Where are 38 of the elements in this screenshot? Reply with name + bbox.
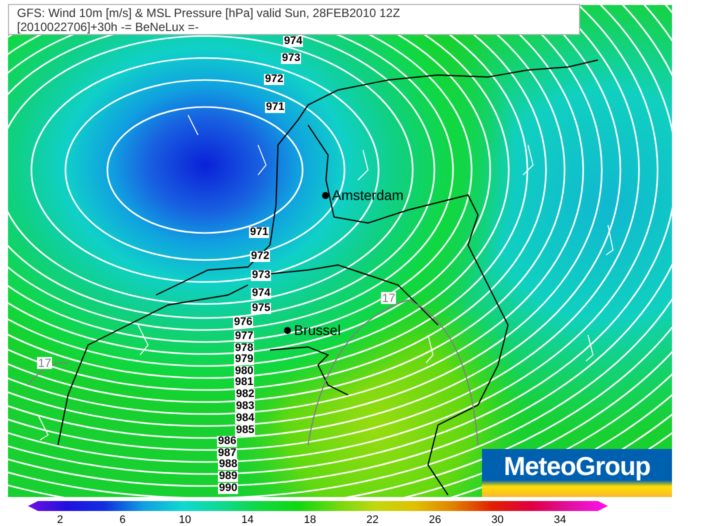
scale-tick-label: 2 <box>56 514 64 526</box>
isotach-label: 17 <box>381 292 396 304</box>
isobar-label: 978 <box>234 343 254 354</box>
isobar-label: 977 <box>234 331 254 342</box>
isobar-label: 979 <box>234 354 254 365</box>
isobar-label: 973 <box>281 53 302 64</box>
isobar-label: 985 <box>235 425 256 436</box>
isobar-label: 987 <box>217 448 238 459</box>
scale-tick-label: 10 <box>178 514 192 526</box>
scale-tick-label: 18 <box>304 514 316 526</box>
isobar-label: 984 <box>235 413 256 424</box>
scale-tick-label: 6 <box>119 514 126 526</box>
scale-tick-label: 26 <box>428 514 442 526</box>
isotach-label: 17 <box>37 357 52 369</box>
isobar-label: 980 <box>234 366 254 377</box>
scale-tick-label: 34 <box>554 514 566 526</box>
isobar-label: 986 <box>217 436 238 447</box>
scale-tick-label: 22 <box>366 514 379 526</box>
isobar-label: 974 <box>251 288 272 299</box>
logo-text: MeteoGroup <box>504 451 650 483</box>
isobar-label: 990 <box>218 483 238 494</box>
isobar-label: 988 <box>218 459 238 470</box>
scale-tick-label: 14 <box>241 514 254 526</box>
isobar-label: 989 <box>218 471 238 482</box>
isobar-label: 974 <box>283 36 304 47</box>
isobar-label: 982 <box>235 389 256 400</box>
isobar-label: 972 <box>264 74 284 85</box>
isobar-label: 971 <box>249 227 270 238</box>
isobar-label: 972 <box>250 251 270 262</box>
isobar-label: 971 <box>265 102 286 113</box>
isobar-label: 983 <box>235 401 256 412</box>
isobar-label: 975 <box>251 303 272 314</box>
isobar-label: 973 <box>251 270 272 281</box>
chart-title: GFS: Wind 10m [m/s] & MSL Pressure [hPa] valid Sun, 28FEB2010 12Z <box>17 6 402 20</box>
scale-tick-label: 30 <box>491 514 504 526</box>
chart-subtitle: [2010022706]+30h -= BeNeLux =- <box>17 20 200 34</box>
isobar-label: 976 <box>233 317 254 328</box>
isobar-label: 981 <box>234 377 254 388</box>
